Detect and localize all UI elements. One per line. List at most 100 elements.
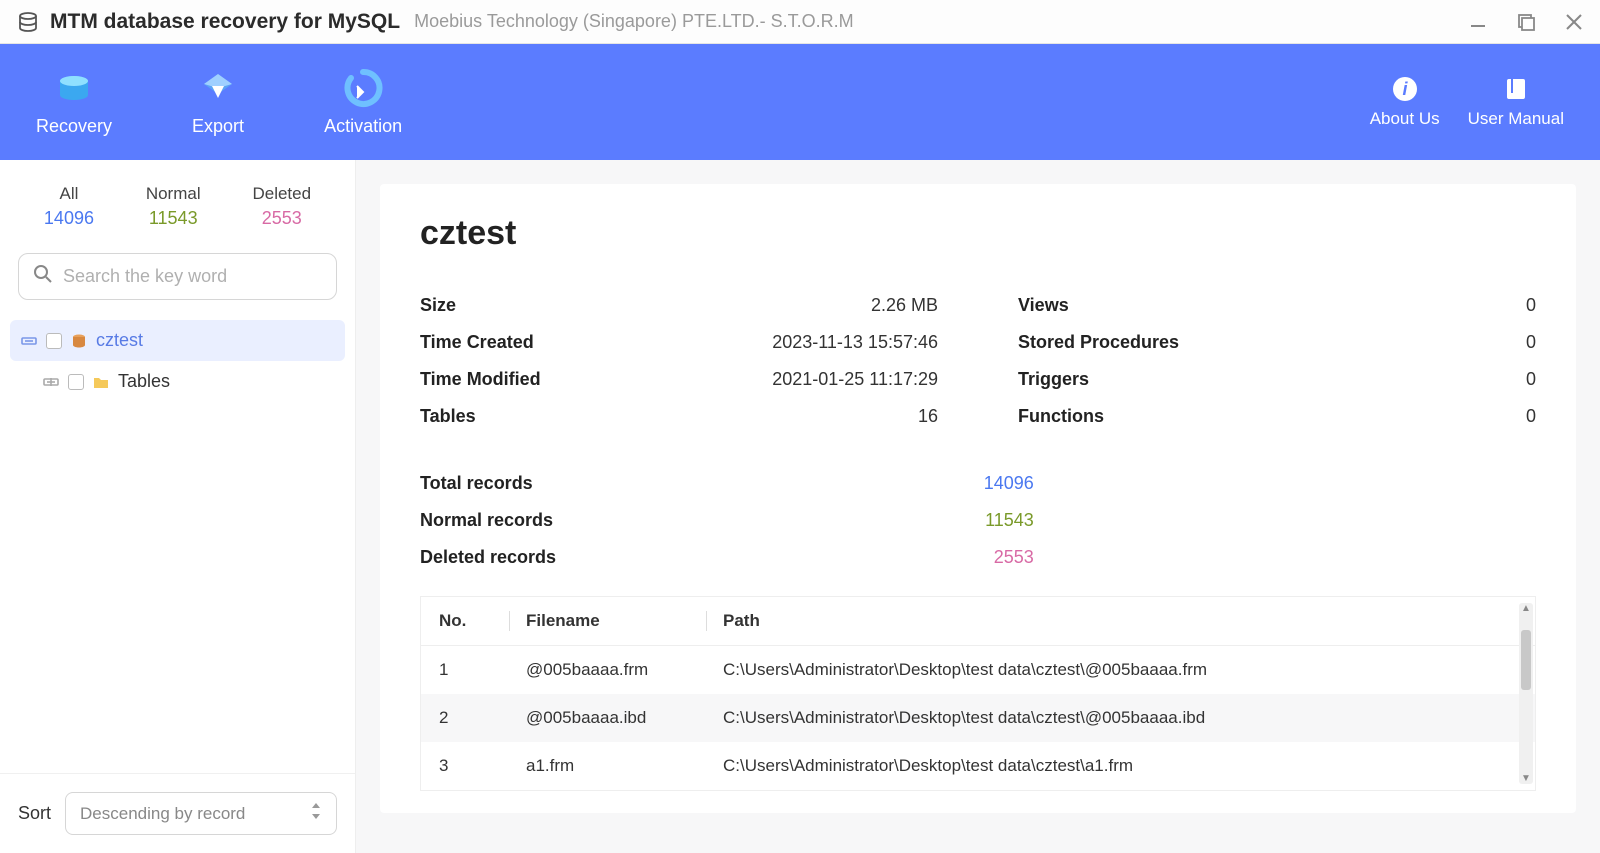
about-us-label: About Us bbox=[1370, 109, 1440, 129]
triggers-label: Triggers bbox=[1018, 369, 1089, 390]
table-header: No. Filename Path bbox=[421, 597, 1535, 646]
modified-label: Time Modified bbox=[420, 369, 541, 390]
th-path[interactable]: Path bbox=[723, 611, 1517, 631]
toolbar: Recovery Export Activation i About Us Us… bbox=[0, 44, 1600, 160]
scrollbar[interactable]: ▲ ▼ bbox=[1519, 603, 1533, 784]
expand-icon[interactable] bbox=[42, 373, 60, 391]
normal-records-value: 11543 bbox=[985, 510, 1034, 531]
sort-label: Sort bbox=[18, 803, 51, 824]
export-button[interactable]: Export bbox=[192, 68, 244, 137]
info-col-left: Size2.26 MB Time Created2023-11-13 15:57… bbox=[420, 287, 938, 435]
db-title: cztest bbox=[420, 214, 1536, 253]
stat-normal[interactable]: Normal 11543 bbox=[146, 184, 201, 229]
sort-select[interactable]: Descending by record bbox=[65, 792, 337, 835]
maximize-button[interactable] bbox=[1516, 12, 1536, 32]
tree-checkbox[interactable] bbox=[68, 374, 84, 390]
export-icon bbox=[198, 68, 238, 108]
normal-records-label: Normal records bbox=[420, 510, 553, 531]
stat-deleted-value: 2553 bbox=[252, 208, 311, 229]
info-icon: i bbox=[1391, 75, 1419, 103]
search-input[interactable] bbox=[63, 266, 322, 287]
scroll-thumb[interactable] bbox=[1521, 630, 1531, 690]
vendor-text: Moebius Technology (Singapore) PTE.LTD.-… bbox=[414, 11, 1468, 32]
table-row[interactable]: 1 @005baaaa.frm C:\Users\Administrator\D… bbox=[421, 646, 1535, 694]
activation-button[interactable]: Activation bbox=[324, 68, 402, 137]
stat-deleted[interactable]: Deleted 2553 bbox=[252, 184, 311, 229]
records-block: Total records 14096 Normal records 11543 D… bbox=[420, 465, 1034, 576]
search-box[interactable] bbox=[18, 253, 337, 300]
activation-icon bbox=[343, 68, 383, 108]
tree-node-cztest[interactable]: cztest bbox=[10, 320, 345, 361]
cell-no: 1 bbox=[439, 660, 509, 680]
tree-db-label: cztest bbox=[96, 330, 143, 351]
table-row[interactable]: 3 a1.frm C:\Users\Administrator\Desktop\… bbox=[421, 742, 1535, 790]
tables-label: Tables bbox=[420, 406, 476, 427]
user-manual-button[interactable]: User Manual bbox=[1468, 75, 1564, 129]
created-label: Time Created bbox=[420, 332, 534, 353]
views-label: Views bbox=[1018, 295, 1069, 316]
size-value: 2.26 MB bbox=[871, 295, 938, 316]
tree-tables-label: Tables bbox=[118, 371, 170, 392]
close-button[interactable] bbox=[1564, 12, 1584, 32]
stat-deleted-label: Deleted bbox=[252, 184, 311, 204]
file-table: No. Filename Path 1 @005baaaa.frm C:\Use… bbox=[420, 596, 1536, 791]
triggers-value: 0 bbox=[1526, 369, 1536, 390]
database-icon bbox=[70, 332, 88, 350]
sp-value: 0 bbox=[1526, 332, 1536, 353]
sort-value: Descending by record bbox=[80, 804, 245, 824]
cell-filename: @005baaaa.ibd bbox=[526, 708, 706, 728]
functions-label: Functions bbox=[1018, 406, 1104, 427]
stats-row: All 14096 Normal 11543 Deleted 2553 bbox=[0, 160, 355, 247]
about-us-button[interactable]: i About Us bbox=[1370, 75, 1440, 129]
cell-filename: @005baaaa.frm bbox=[526, 660, 706, 680]
sort-bar: Sort Descending by record bbox=[0, 773, 355, 853]
tree-node-tables[interactable]: Tables bbox=[32, 361, 345, 402]
tables-value: 16 bbox=[918, 406, 938, 427]
app-title: MTM database recovery for MySQL bbox=[50, 10, 400, 34]
db-panel: cztest Size2.26 MB Time Created2023-11-1… bbox=[380, 184, 1576, 813]
created-value: 2023-11-13 15:57:46 bbox=[772, 332, 938, 353]
sort-chevron-icon bbox=[310, 803, 322, 824]
main-content: cztest Size2.26 MB Time Created2023-11-1… bbox=[356, 160, 1600, 853]
tree-checkbox[interactable] bbox=[46, 333, 62, 349]
recovery-label: Recovery bbox=[36, 116, 112, 137]
stat-all-value: 14096 bbox=[44, 208, 94, 229]
minimize-button[interactable] bbox=[1468, 12, 1488, 32]
total-records-value: 14096 bbox=[984, 473, 1034, 494]
cell-no: 3 bbox=[439, 756, 509, 776]
scroll-down-icon[interactable]: ▼ bbox=[1521, 773, 1531, 784]
recovery-icon bbox=[54, 68, 94, 108]
book-icon bbox=[1502, 75, 1530, 103]
functions-value: 0 bbox=[1526, 406, 1536, 427]
cell-no: 2 bbox=[439, 708, 509, 728]
activation-label: Activation bbox=[324, 116, 402, 137]
recovery-button[interactable]: Recovery bbox=[36, 68, 112, 137]
user-manual-label: User Manual bbox=[1468, 109, 1564, 129]
collapse-icon[interactable] bbox=[20, 332, 38, 350]
total-records-label: Total records bbox=[420, 473, 533, 494]
table-row[interactable]: 2 @005baaaa.ibd C:\Users\Administrator\D… bbox=[421, 694, 1535, 742]
stat-normal-label: Normal bbox=[146, 184, 201, 204]
stat-all[interactable]: All 14096 bbox=[44, 184, 94, 229]
th-filename[interactable]: Filename bbox=[526, 611, 706, 631]
info-col-right: Views 0 Stored Procedures 0 Triggers 0 Func… bbox=[1018, 287, 1536, 435]
cell-path: C:\Users\Administrator\Desktop\test data… bbox=[723, 708, 1517, 728]
cell-path: C:\Users\Administrator\Desktop\test data… bbox=[723, 756, 1517, 776]
deleted-records-label: Deleted records bbox=[420, 547, 556, 568]
cell-path: C:\Users\Administrator\Desktop\test data… bbox=[723, 660, 1517, 680]
titlebar: MTM database recovery for MySQL Moebius … bbox=[0, 0, 1600, 44]
deleted-records-value: 2553 bbox=[994, 547, 1034, 568]
app-icon bbox=[16, 10, 40, 34]
scroll-up-icon[interactable]: ▲ bbox=[1521, 603, 1531, 614]
sidebar: All 14096 Normal 11543 Deleted 2553 bbox=[0, 160, 356, 853]
db-tree: cztest Tables bbox=[0, 314, 355, 773]
modified-value: 2021-01-25 11:17:29 bbox=[772, 369, 938, 390]
search-icon bbox=[33, 264, 53, 289]
sp-label: Stored Procedures bbox=[1018, 332, 1179, 353]
views-value: 0 bbox=[1526, 295, 1536, 316]
folder-icon bbox=[92, 373, 110, 391]
cell-filename: a1.frm bbox=[526, 756, 706, 776]
export-label: Export bbox=[192, 116, 244, 137]
stat-all-label: All bbox=[44, 184, 94, 204]
th-no[interactable]: No. bbox=[439, 611, 509, 631]
